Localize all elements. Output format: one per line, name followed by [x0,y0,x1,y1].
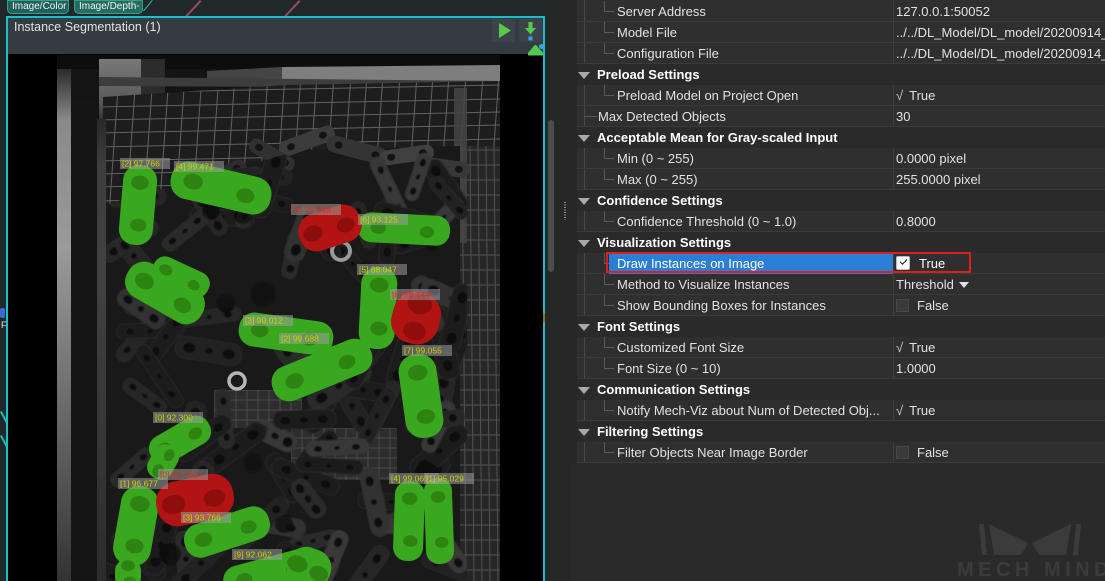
svg-text:[2] 99.688: [2] 99.688 [281,334,319,344]
svg-text:[9] 92.062: [9] 92.062 [234,550,272,560]
svg-text:[6] 93.125: [6] 93.125 [360,215,398,225]
svg-text:[4] 99.471: [4] 99.471 [176,162,214,172]
svg-text:[3] 93.766: [3] 93.766 [183,513,221,523]
svg-text:[8] 79.144: [8] 79.144 [392,290,430,300]
svg-text:[1] 96.677: [1] 96.677 [120,479,158,489]
svg-text:[5] 88.047: [5] 88.047 [359,265,397,275]
svg-text:[7] 99.055: [7] 99.055 [404,346,442,356]
svg-text:[2] 97.766: [2] 97.766 [122,159,160,169]
svg-text:[1] 95.029: [1] 95.029 [426,474,464,484]
svg-text:[4] 99.069: [4] 99.069 [391,474,429,484]
svg-text:[0] 95.898: [0] 95.898 [293,205,331,215]
svg-text:[0] 92.300: [0] 92.300 [155,413,193,423]
svg-text:[3] 99.012: [3] 99.012 [245,316,283,326]
svg-text:MECH MIND: MECH MIND [957,559,1105,581]
